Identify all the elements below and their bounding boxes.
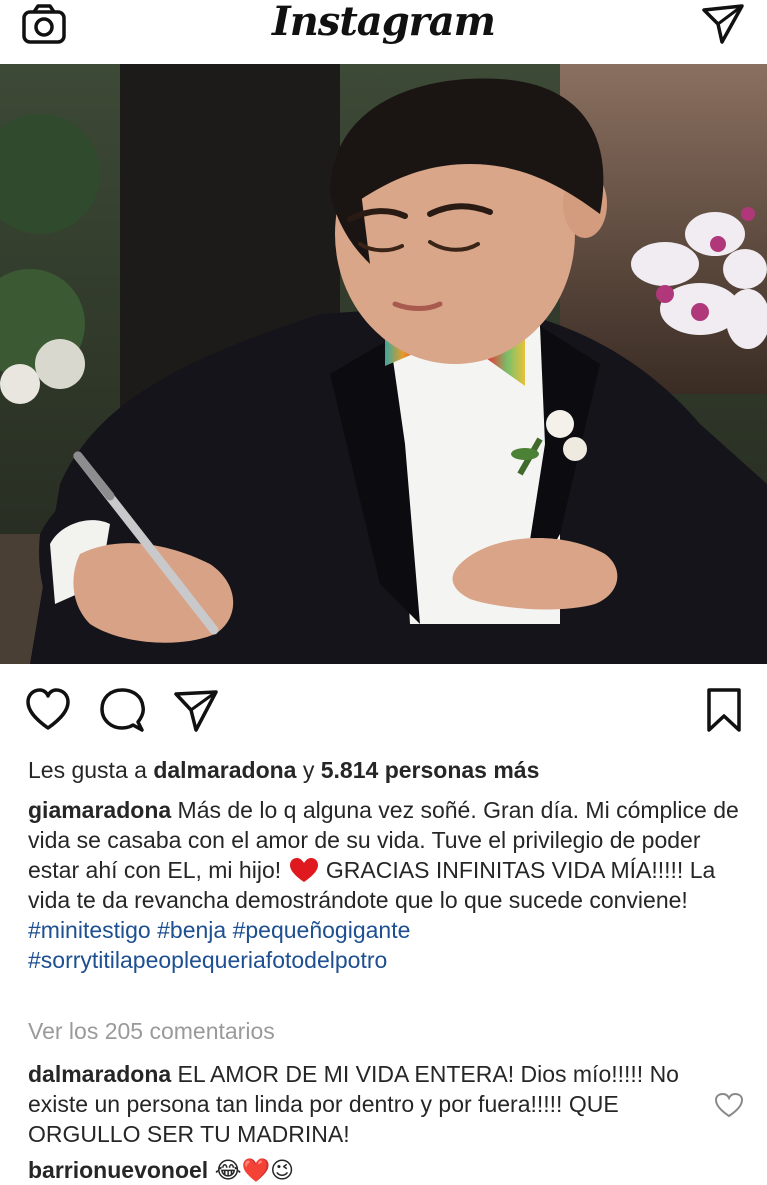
speech-bubble-icon[interactable] bbox=[98, 686, 146, 734]
paper-plane-icon[interactable] bbox=[172, 686, 220, 734]
hashtag-link[interactable]: #benja bbox=[157, 917, 226, 943]
comment: barrionuevonoel 😂❤️😉 bbox=[28, 1155, 743, 1185]
comment-text: 😂❤️😉 bbox=[208, 1157, 295, 1183]
hashtag-link[interactable]: #pequeñogigante bbox=[233, 917, 411, 943]
bookmark-icon[interactable] bbox=[700, 686, 748, 734]
comment: dalmaradona EL AMOR DE MI VIDA ENTERA! D… bbox=[28, 1059, 698, 1149]
hashtag-link[interactable]: #minitestigo bbox=[28, 917, 151, 943]
likes-count[interactable]: 5.814 personas más bbox=[321, 757, 540, 783]
post-caption: giamaradona Más de lo q alguna vez soñé.… bbox=[28, 795, 743, 975]
hashtag-link[interactable]: #sorrytitilapeoplequeriafotodelpotro bbox=[28, 947, 387, 973]
likes-prefix: Les gusta a bbox=[28, 757, 154, 783]
heart-outline-icon[interactable] bbox=[24, 686, 72, 734]
likes-summary: Les gusta a dalmaradona y 5.814 personas… bbox=[28, 755, 743, 785]
post-action-bar bbox=[0, 664, 767, 754]
comment-username[interactable]: dalmaradona bbox=[28, 1061, 171, 1087]
post-image[interactable] bbox=[0, 64, 767, 664]
likes-middle: y bbox=[296, 757, 321, 783]
app-header: Instagram bbox=[0, 0, 767, 65]
view-comments-link[interactable]: Ver los 205 comentarios bbox=[28, 1016, 743, 1046]
caption-username[interactable]: giamaradona bbox=[28, 797, 171, 823]
app-title: Instagram bbox=[272, 0, 496, 45]
paper-plane-icon[interactable] bbox=[700, 2, 746, 46]
comment-username[interactable]: barrionuevonoel bbox=[28, 1157, 208, 1183]
heart-outline-icon[interactable] bbox=[714, 1092, 744, 1118]
liker-username[interactable]: dalmaradona bbox=[153, 757, 296, 783]
red-heart-emoji-icon bbox=[289, 858, 318, 882]
